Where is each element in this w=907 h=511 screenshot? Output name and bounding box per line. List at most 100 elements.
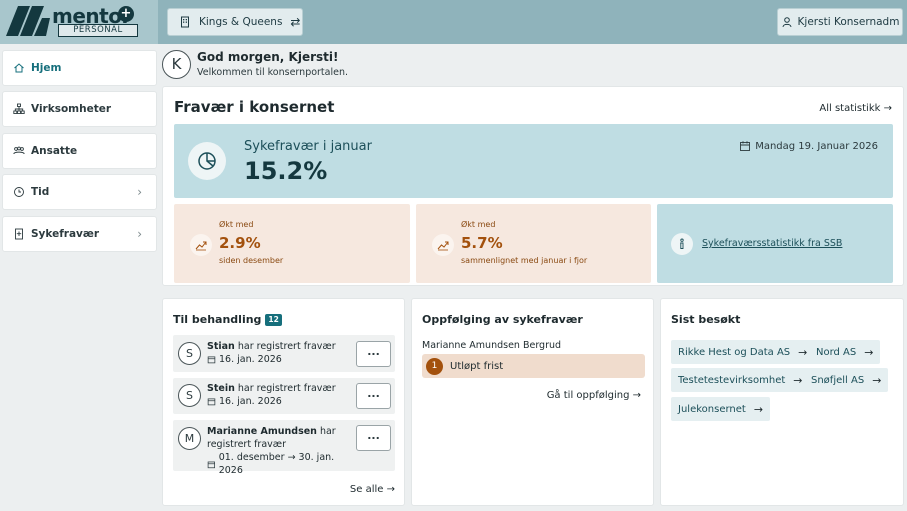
logo-plus-icon: + xyxy=(118,6,134,22)
pie-chart-icon xyxy=(188,142,226,180)
document-icon xyxy=(15,228,23,240)
followup-person: Marianne Amundsen Bergrud xyxy=(422,340,562,351)
tasks-title: Til behandling 12 xyxy=(173,313,282,326)
ssb-statistics-link[interactable]: Sykefraværsstatistikk fra SSB xyxy=(702,238,842,249)
arrow-right-icon: → xyxy=(872,373,882,387)
task-item[interactable]: S Stein har registrert fravær 16. jan. 2… xyxy=(173,378,395,414)
calendar-icon xyxy=(207,461,215,468)
recent-item[interactable]: Julekonsernet → xyxy=(671,397,771,421)
status-label: Utløpt frist xyxy=(450,360,504,372)
go-to-followup-link[interactable]: Gå til oppfølging → xyxy=(547,390,641,401)
task-text: Stein har registrert fravær 16. jan. 202… xyxy=(207,382,336,408)
home-icon xyxy=(14,63,24,73)
task-person: Marianne Amundsen xyxy=(207,426,317,437)
recent-item-label: Nord AS xyxy=(816,346,857,358)
followup-title: Oppfølging av sykefravær xyxy=(422,313,583,326)
sidebar-item-hjem[interactable]: Hjem xyxy=(2,50,157,86)
all-statistics-link[interactable]: All statistikk → xyxy=(819,103,892,114)
recent-item[interactable]: Rikke Hest og Data AS → xyxy=(671,340,815,364)
sidebar-item-label: Ansatte xyxy=(31,145,78,157)
arrow-right-icon: → xyxy=(883,103,892,114)
task-text: Marianne Amundsen har registrert fravær … xyxy=(207,425,357,477)
sidebar-item-label: Hjem xyxy=(31,62,62,74)
sidebar-item-tid[interactable]: Tid › xyxy=(2,174,157,210)
task-person: Stian xyxy=(207,341,235,352)
all-statistics-label: All statistikk xyxy=(819,103,881,114)
calendar-icon xyxy=(207,356,216,364)
see-all-link[interactable]: Se alle → xyxy=(350,484,395,495)
stat-value: 2.9% xyxy=(219,234,261,252)
arrow-right-icon: → xyxy=(864,345,874,359)
stat-since-december: Økt med 2.9% siden desember xyxy=(174,204,410,283)
user-menu-label: Kjersti Konsernadm xyxy=(797,16,900,28)
calendar-icon xyxy=(740,141,751,151)
more-options-button[interactable]: ... xyxy=(356,425,391,451)
recent-item[interactable]: Nord AS → xyxy=(809,340,881,364)
task-item[interactable]: M Marianne Amundsen har registrert fravæ… xyxy=(173,420,395,476)
stat-post: sammenlignet med januar i fjor xyxy=(461,256,588,265)
stat-vs-last-year: Økt med 5.7% sammenlignet med januar i f… xyxy=(416,204,651,283)
arrow-right-icon: → xyxy=(793,373,803,387)
chevron-right-icon: › xyxy=(137,227,142,241)
avatar: S xyxy=(178,342,201,365)
tasks-title-text: Til behandling xyxy=(173,313,262,326)
recent-item-label: Snøfjell AS xyxy=(811,374,865,386)
more-options-button[interactable]: ... xyxy=(356,383,391,409)
card-title: Fravær i konsernet xyxy=(174,98,335,116)
swap-icon: ⇄ xyxy=(290,15,301,29)
sidebar-item-label: Virksomheter xyxy=(31,103,112,115)
greeting-subtitle: Velkommen til konsernportalen. xyxy=(197,67,349,78)
recent-title: Sist besøkt xyxy=(671,313,741,326)
task-person: Stein xyxy=(207,383,235,394)
hero-date: Mandag 19. Januar 2026 xyxy=(739,140,878,152)
avatar: K xyxy=(162,50,191,79)
stat-pre: Økt med xyxy=(219,220,254,229)
recent-item-label: Testetestevirksomhet xyxy=(678,374,786,386)
more-options-button[interactable]: ... xyxy=(356,341,391,367)
task-description: har registrert fravær xyxy=(234,341,336,352)
info-icon xyxy=(671,233,693,255)
recent-item[interactable]: Snøfjell AS → xyxy=(804,368,889,392)
task-date: 16. jan. 2026 xyxy=(219,354,282,365)
hero-value: 15.2% xyxy=(244,157,328,185)
hero-date-text: Mandag 19. Januar 2026 xyxy=(755,140,878,152)
tasks-count-badge: 12 xyxy=(265,313,282,326)
greeting-title: God morgen, Kjersti! xyxy=(197,50,339,64)
task-date: 01. desember → 30. jan. 2026 xyxy=(218,452,335,476)
absence-overview-card: Fravær i konsernet All statistikk → Syke… xyxy=(162,86,904,286)
status-count: 1 xyxy=(426,357,443,375)
user-icon xyxy=(782,17,792,28)
people-icon xyxy=(13,146,25,155)
arrow-right-icon: → xyxy=(753,402,764,416)
trend-up-icon xyxy=(190,234,212,256)
brand-logo[interactable]: mentor + PERSONAL xyxy=(0,0,158,44)
avatar: M xyxy=(178,427,201,450)
task-description: har registrert fravær xyxy=(234,383,336,394)
arrow-right-icon: → xyxy=(798,345,808,359)
sidebar-item-virksomheter[interactable]: Virksomheter xyxy=(2,91,157,127)
stat-post: siden desember xyxy=(219,256,284,265)
recent-item[interactable]: Testetestevirksomhet → xyxy=(671,368,810,392)
brand-suffix: PERSONAL xyxy=(58,24,138,37)
org-switch-label: Kings & Queens xyxy=(199,16,283,28)
user-menu-button[interactable]: Kjersti Konsernadm xyxy=(777,8,903,36)
task-date: 16. jan. 2026 xyxy=(219,396,282,407)
recent-item-label: Julekonsernet xyxy=(678,403,746,415)
org-chart-icon xyxy=(13,103,25,114)
building-icon xyxy=(181,16,189,28)
sidebar-item-label: Sykefravær xyxy=(31,228,100,240)
recent-card: Sist besøkt Rikke Hest og Data AS → Nord … xyxy=(660,298,904,506)
sidebar-item-sykefravaer[interactable]: Sykefravær › xyxy=(2,216,157,252)
tasks-card: Til behandling 12 S Stian har registrert… xyxy=(162,298,405,506)
task-item[interactable]: S Stian har registrert fravær 16. jan. 2… xyxy=(173,335,395,372)
trend-up-icon xyxy=(432,234,454,256)
sidebar-item-ansatte[interactable]: Ansatte xyxy=(2,133,157,169)
calendar-icon xyxy=(207,398,216,406)
followup-status[interactable]: 1 Utløpt frist xyxy=(422,354,645,378)
absence-hero: Sykefravær i januar 15.2% Mandag 19. Jan… xyxy=(174,124,893,198)
chevron-right-icon: › xyxy=(137,185,142,199)
clock-icon xyxy=(14,187,24,197)
hero-label: Sykefravær i januar xyxy=(244,139,372,154)
org-switch-button[interactable]: Kings & Queens ⇄ xyxy=(167,8,303,36)
logo-mark-icon xyxy=(6,6,50,36)
